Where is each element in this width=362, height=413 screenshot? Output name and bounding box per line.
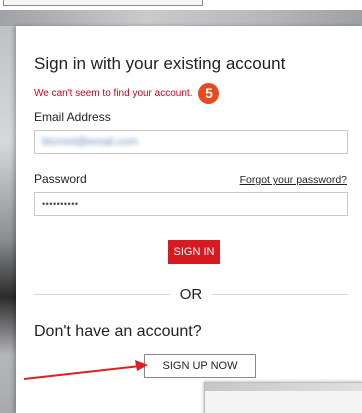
screen: Sign in with your existing account We ca…: [0, 0, 362, 413]
annotation-arrow-icon: [23, 360, 148, 380]
